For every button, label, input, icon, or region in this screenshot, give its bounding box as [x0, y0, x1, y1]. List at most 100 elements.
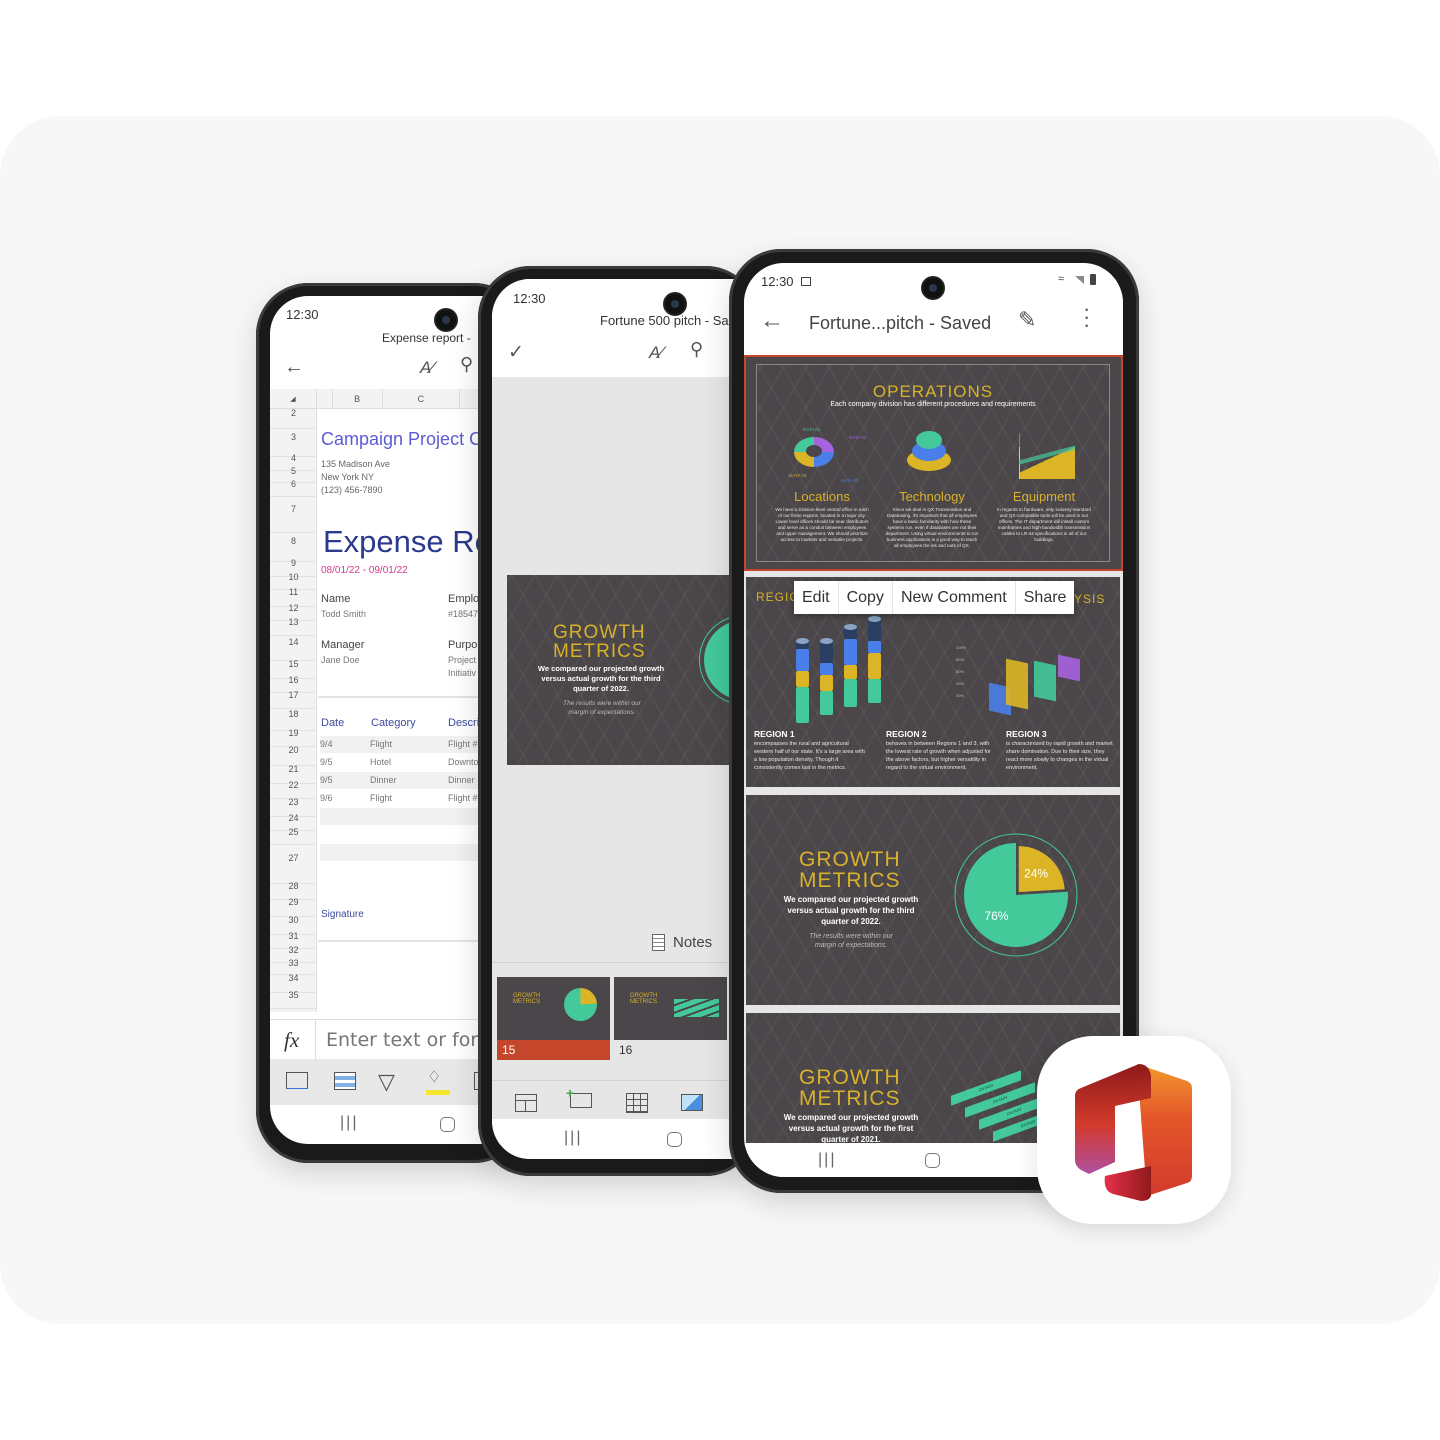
formula-bar-separator [315, 1020, 316, 1059]
home-button[interactable] [925, 1153, 940, 1168]
fill-color-swatch [426, 1090, 450, 1095]
tech-cylinder-top [916, 431, 942, 449]
equipment-area-chart-green [1019, 433, 1075, 479]
column-header-b[interactable]: B [333, 389, 383, 408]
operations-column-heading: Equipment [1012, 489, 1076, 504]
manager-label: Manager [321, 639, 365, 651]
comment-icon[interactable] [286, 1072, 308, 1089]
home-button[interactable] [667, 1132, 682, 1147]
cylinder-cap [868, 616, 881, 622]
viewer-header: 12:30 ≈ ← Fortune...pitch - Saved ✎ · · · [744, 263, 1123, 355]
column-header-c[interactable]: C [383, 389, 461, 408]
operations-column-text: We have a Division-level central office … [775, 507, 869, 542]
cylinder-cap [820, 638, 833, 644]
thumbnail-preview: GROWTH METRICS [614, 977, 727, 1040]
operations-column-heading: Locations [794, 489, 850, 504]
row-headers: 2 3 4 5 6 7 8 9 10 11 12 13 14 15 16 17 18 19 20 21 22 23 24 25… [270, 408, 317, 1012]
operations-title: OPERATIONS [872, 382, 994, 401]
operations-column-text: Since we deal in QX Transmission and Dat… [885, 507, 979, 548]
employee-label: Emplo [448, 593, 480, 605]
date-cell: 9/5 [320, 757, 333, 767]
recent-apps-button[interactable]: ||| [564, 1129, 582, 1147]
data-label-3: DATA 03 [841, 478, 859, 483]
office-logo-icon [1075, 1064, 1192, 1201]
checkmark-icon[interactable]: ✓ [508, 341, 524, 364]
data-label-2: DATA 02 [849, 435, 867, 440]
thumbnails-divider [492, 962, 754, 963]
thumb-bars [674, 999, 719, 1017]
growth-title-2: METRICS [799, 869, 901, 892]
wifi-icon: ≈ [1058, 273, 1065, 285]
slide-number: 16 [619, 1043, 633, 1057]
address-line-2: New York NY [321, 472, 375, 482]
donut-hole [806, 445, 822, 457]
address-phone: (123) 456-7890 [321, 485, 383, 495]
doc-title: Expense report - [382, 331, 471, 345]
row-header[interactable]: 35 [270, 990, 317, 1009]
slide-growth-metrics-q3[interactable]: GROWTH METRICS We compared our projected… [746, 795, 1120, 1005]
address-line-1: 135 Madison Ave [321, 459, 390, 469]
growth-body: We compared our projected growth versus … [783, 1113, 919, 1143]
context-menu: Edit Copy New Comment Share [794, 581, 1075, 614]
layout-icon[interactable] [515, 1094, 537, 1112]
notes-button[interactable]: Notes [652, 934, 712, 951]
date-cell: 9/4 [320, 739, 333, 749]
cylinder-segment [796, 687, 809, 723]
slide-operations-selection[interactable]: OPERATIONS Each company division has dif… [744, 355, 1123, 571]
ppt-header: 12:30 Fortune 500 pitch - Sa ✓ A⁄ ⚲ [492, 279, 754, 377]
draw-pen-icon[interactable]: A⁄ [420, 358, 434, 378]
thumb-title: GROWTH METRICS [630, 993, 658, 1005]
regions-title-right: YSIS [1074, 592, 1106, 606]
purpose-label: Purpo [448, 639, 478, 651]
recent-apps-button[interactable]: ||| [818, 1151, 836, 1169]
thumbnail-label-bar: 15 [497, 1040, 610, 1060]
menu-item-new-comment[interactable]: New Comment [893, 581, 1016, 614]
category-cell: Flight [370, 739, 393, 749]
description-cell: Flight # [448, 739, 478, 749]
menu-item-edit[interactable]: Edit [794, 581, 839, 614]
employee-value: #18547 [448, 609, 479, 619]
doc-title: Fortune...pitch - Saved [809, 313, 992, 333]
phone-powerpoint: 12:30 Fortune 500 pitch - Sa ✓ A⁄ ⚲ GROW… [478, 266, 758, 1176]
search-icon[interactable]: ⚲ [690, 339, 703, 360]
expense-title[interactable]: Expense Re [323, 524, 492, 560]
description-cell: Downto [448, 757, 479, 767]
battery-icon [1090, 274, 1096, 285]
recent-apps-button[interactable]: ||| [340, 1114, 358, 1132]
new-comment-plus: + [566, 1085, 575, 1101]
growth-body: We compared our projected growth versus … [783, 895, 919, 926]
menu-item-share[interactable]: Share [1016, 581, 1075, 614]
search-icon[interactable]: ⚲ [460, 354, 473, 375]
cylinder-segment [868, 641, 881, 653]
office-app-icon[interactable] [1037, 1036, 1231, 1224]
axis-tick-label: 80% [956, 657, 965, 662]
back-arrow-icon[interactable]: ← [760, 307, 784, 335]
menu-item-copy[interactable]: Copy [839, 581, 893, 614]
region-heading: REGION 2 [886, 729, 927, 739]
slide-note: The results were within our margin of ex… [563, 700, 641, 716]
slide-thumbnail-15[interactable]: GROWTH METRICS 15 [497, 977, 610, 1061]
cylinder-segment [868, 679, 881, 703]
cylinder-segment [868, 653, 881, 679]
more-options-icon[interactable]: · · · [1083, 298, 1090, 336]
cylinder-cap [796, 638, 809, 644]
campaign-heading[interactable]: Campaign Project C [321, 429, 482, 450]
cylinder-segment [820, 641, 833, 663]
cylinder-segment [820, 663, 833, 675]
slide-thumbnail-16[interactable]: GROWTH METRICS 16 [614, 977, 727, 1061]
fx-icon[interactable]: fx [284, 1028, 299, 1053]
camera [436, 310, 456, 330]
table-rows-icon[interactable] [334, 1072, 356, 1090]
table-icon[interactable] [626, 1093, 648, 1113]
growth-note: The results were within our margin of ex… [809, 933, 893, 949]
edit-pencil-icon[interactable]: ✎ [1018, 307, 1036, 333]
home-button[interactable] [440, 1117, 455, 1132]
table-header-description: Descri [448, 717, 480, 729]
draw-pen-icon[interactable]: A⁄ [649, 343, 663, 363]
picture-icon[interactable] [681, 1094, 703, 1111]
filter-icon[interactable]: ▽ [378, 1069, 395, 1095]
back-arrow-icon[interactable]: ← [284, 356, 304, 379]
current-slide[interactable]: GROWTH METRICS We compared our projected… [507, 575, 747, 765]
signal-icon [1075, 276, 1084, 284]
fill-color-icon[interactable]: ♢ [427, 1067, 441, 1087]
